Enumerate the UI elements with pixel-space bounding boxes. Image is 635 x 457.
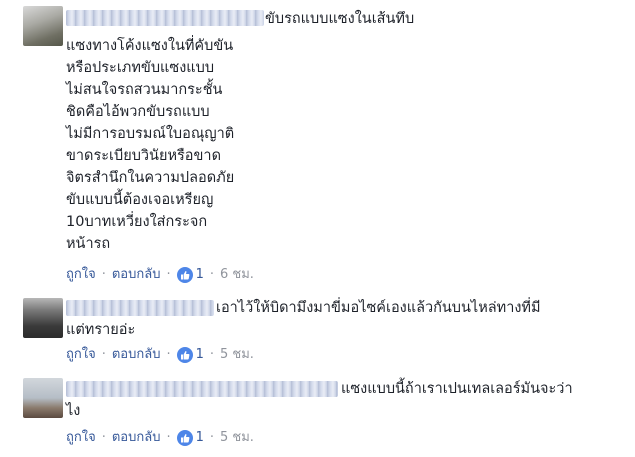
comment-text-line: แต่ทรายอ่ะ [66, 322, 136, 338]
comment-text-line: ชิดคือไอ้พวกขับรถแบบ [66, 104, 210, 120]
comment-text-line: แซงทางโค้งแซงในที่คับขัน [66, 38, 234, 54]
comment-actions: ถูกใจ · ตอบกลับ · 1 · 5 ชม. [66, 347, 254, 363]
separator-dot: · [101, 347, 106, 362]
like-count[interactable]: 1 [196, 267, 204, 283]
separator-dot: · [209, 267, 215, 282]
reply-link[interactable]: ตอบกลับ [112, 430, 161, 446]
separator-dot: · [101, 430, 106, 445]
comment-text-line: จิตรสำนึกในความปลอดภัย [66, 170, 235, 186]
comment-actions: ถูกใจ · ตอบกลับ · 1 · 6 ชม. [66, 267, 254, 283]
comment-text-line: ขาดระเบียบวินัยหรือขาด [66, 148, 221, 164]
comment-text-line: เอาไว้ให้บิดามึงมาขี่มอไซค์เองแล้วกันบนไ… [216, 300, 541, 316]
separator-dot: · [166, 267, 171, 282]
comment-text-line: ไม่มีการอบรมณ์ใบอณุญาติ [66, 126, 235, 142]
comment-text-line: ขับแบบนี้ต้องเจอเหรียญ [66, 192, 214, 208]
avatar[interactable] [23, 378, 63, 418]
thumbs-up-icon[interactable] [176, 347, 193, 363]
comment-text: ขับรถแบบแซงในเส้นทึบ [265, 8, 414, 30]
like-link[interactable]: ถูกใจ [66, 347, 96, 363]
comment-text-line: ไม่สนใจรถสวนมากระชั้น [66, 82, 223, 98]
separator-dot: · [209, 430, 215, 445]
commenter-name-redacted[interactable] [66, 300, 214, 316]
timestamp[interactable]: 5 ชม. [220, 347, 254, 363]
timestamp[interactable]: 5 ชม. [220, 430, 254, 446]
commenter-name-redacted[interactable] [66, 10, 264, 26]
comment-text-body: ไง [66, 400, 80, 422]
comment-text-body: แต่ทรายอ่ะ [66, 319, 135, 341]
like-link[interactable]: ถูกใจ [66, 430, 96, 446]
comment-text-line: หรือประเภทขับแซงแบบ [66, 60, 215, 76]
comment-text-body: แซงทางโค้งแซงในที่คับขัน หรือประเภทขับแซ… [66, 35, 234, 255]
reply-link[interactable]: ตอบกลับ [112, 267, 161, 283]
like-link[interactable]: ถูกใจ [66, 267, 96, 283]
timestamp[interactable]: 6 ชม. [220, 267, 254, 283]
thumbs-up-icon[interactable] [176, 267, 193, 283]
commenter-name-redacted[interactable] [66, 381, 338, 397]
separator-dot: · [166, 430, 171, 445]
comment-text-line: ไง [66, 403, 81, 419]
avatar[interactable] [23, 6, 63, 46]
like-count[interactable]: 1 [196, 430, 204, 446]
comment-text-line: ขับรถแบบแซงในเส้นทึบ [265, 11, 415, 27]
comment-text-line: 10บาทเหวี่ยงใส่กระจก [66, 214, 208, 230]
like-count[interactable]: 1 [196, 347, 204, 363]
thumbs-up-icon[interactable] [176, 430, 193, 446]
comment-text: เอาไว้ให้บิดามึงมาขี่มอไซค์เองแล้วกันบนไ… [216, 297, 541, 319]
avatar[interactable] [23, 298, 63, 338]
comment-text-line: แซงแบบนี้ถ้าเราเปนเทลเลอร์มันจะว่า [341, 381, 573, 397]
reply-link[interactable]: ตอบกลับ [112, 347, 161, 363]
comment-text-line: หน้ารถ [66, 236, 111, 252]
separator-dot: · [209, 347, 215, 362]
comment-actions: ถูกใจ · ตอบกลับ · 1 · 5 ชม. [66, 430, 254, 446]
separator-dot: · [166, 347, 171, 362]
separator-dot: · [101, 267, 106, 282]
comment-text: แซงแบบนี้ถ้าเราเปนเทลเลอร์มันจะว่า [341, 378, 573, 400]
